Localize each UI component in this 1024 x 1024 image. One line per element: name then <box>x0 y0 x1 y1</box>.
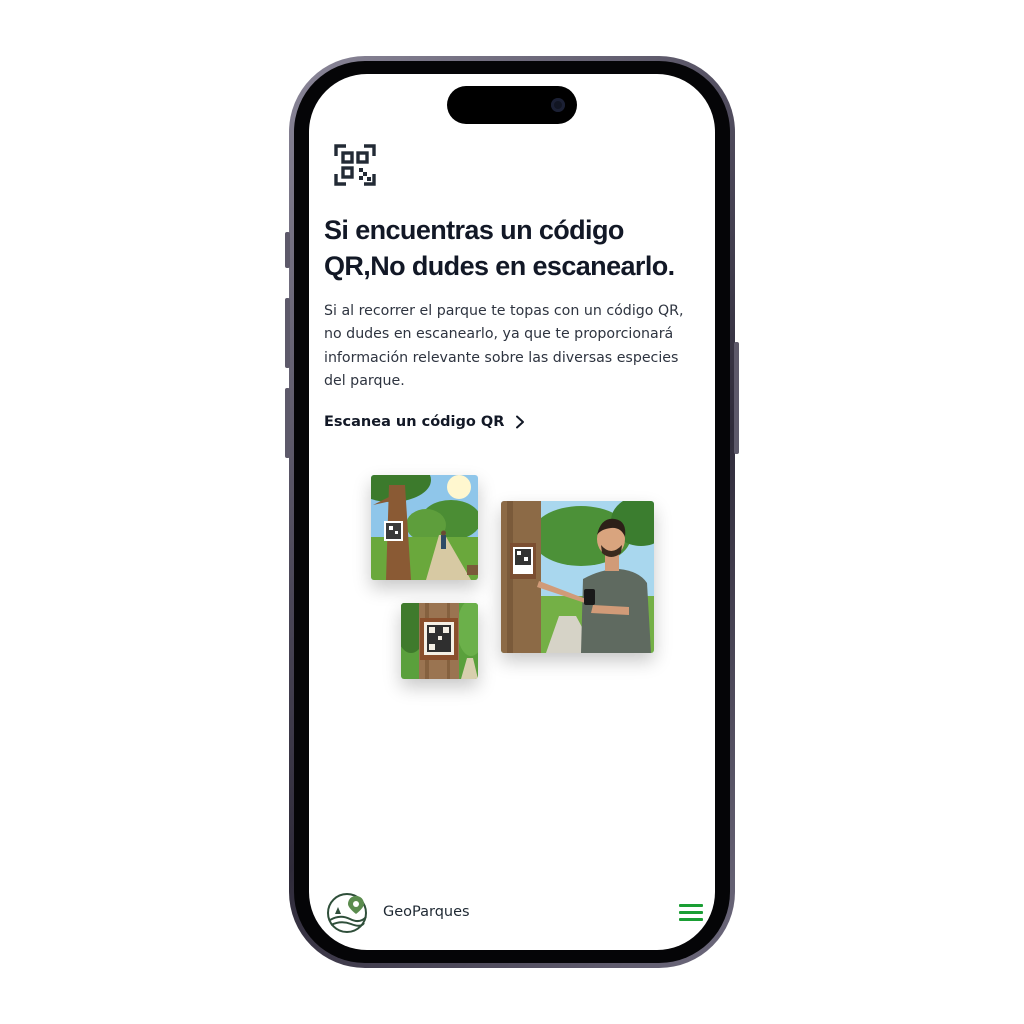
phone-screen: Si encuentras un código QR,No dudes en e… <box>309 74 715 950</box>
menu-line <box>679 911 703 914</box>
power-button <box>734 342 739 454</box>
park-path-tree-qr-image <box>371 475 478 580</box>
tree-qr-sign-closeup-image <box>401 603 478 679</box>
menu-line <box>679 918 703 921</box>
chevron-right-icon <box>516 415 525 429</box>
geoparques-logo <box>327 893 367 933</box>
scan-qr-link-label: Escanea un código QR <box>324 414 505 430</box>
qr-code-icon <box>334 144 376 186</box>
front-camera <box>551 98 565 112</box>
hero-title: Si encuentras un código QR,No dudes en e… <box>324 215 675 281</box>
man-scanning-qr-image <box>501 501 654 653</box>
brand-name: GeoParques <box>383 904 470 920</box>
hamburger-menu-icon[interactable] <box>679 904 703 924</box>
menu-line <box>679 904 703 907</box>
volume-down-button <box>285 388 290 458</box>
hero-description: Si al recorrer el parque te topas con un… <box>324 303 684 390</box>
action-button <box>285 232 290 268</box>
volume-up-button <box>285 298 290 368</box>
dynamic-island <box>447 86 577 124</box>
scan-qr-link[interactable]: Escanea un código QR <box>324 414 526 430</box>
